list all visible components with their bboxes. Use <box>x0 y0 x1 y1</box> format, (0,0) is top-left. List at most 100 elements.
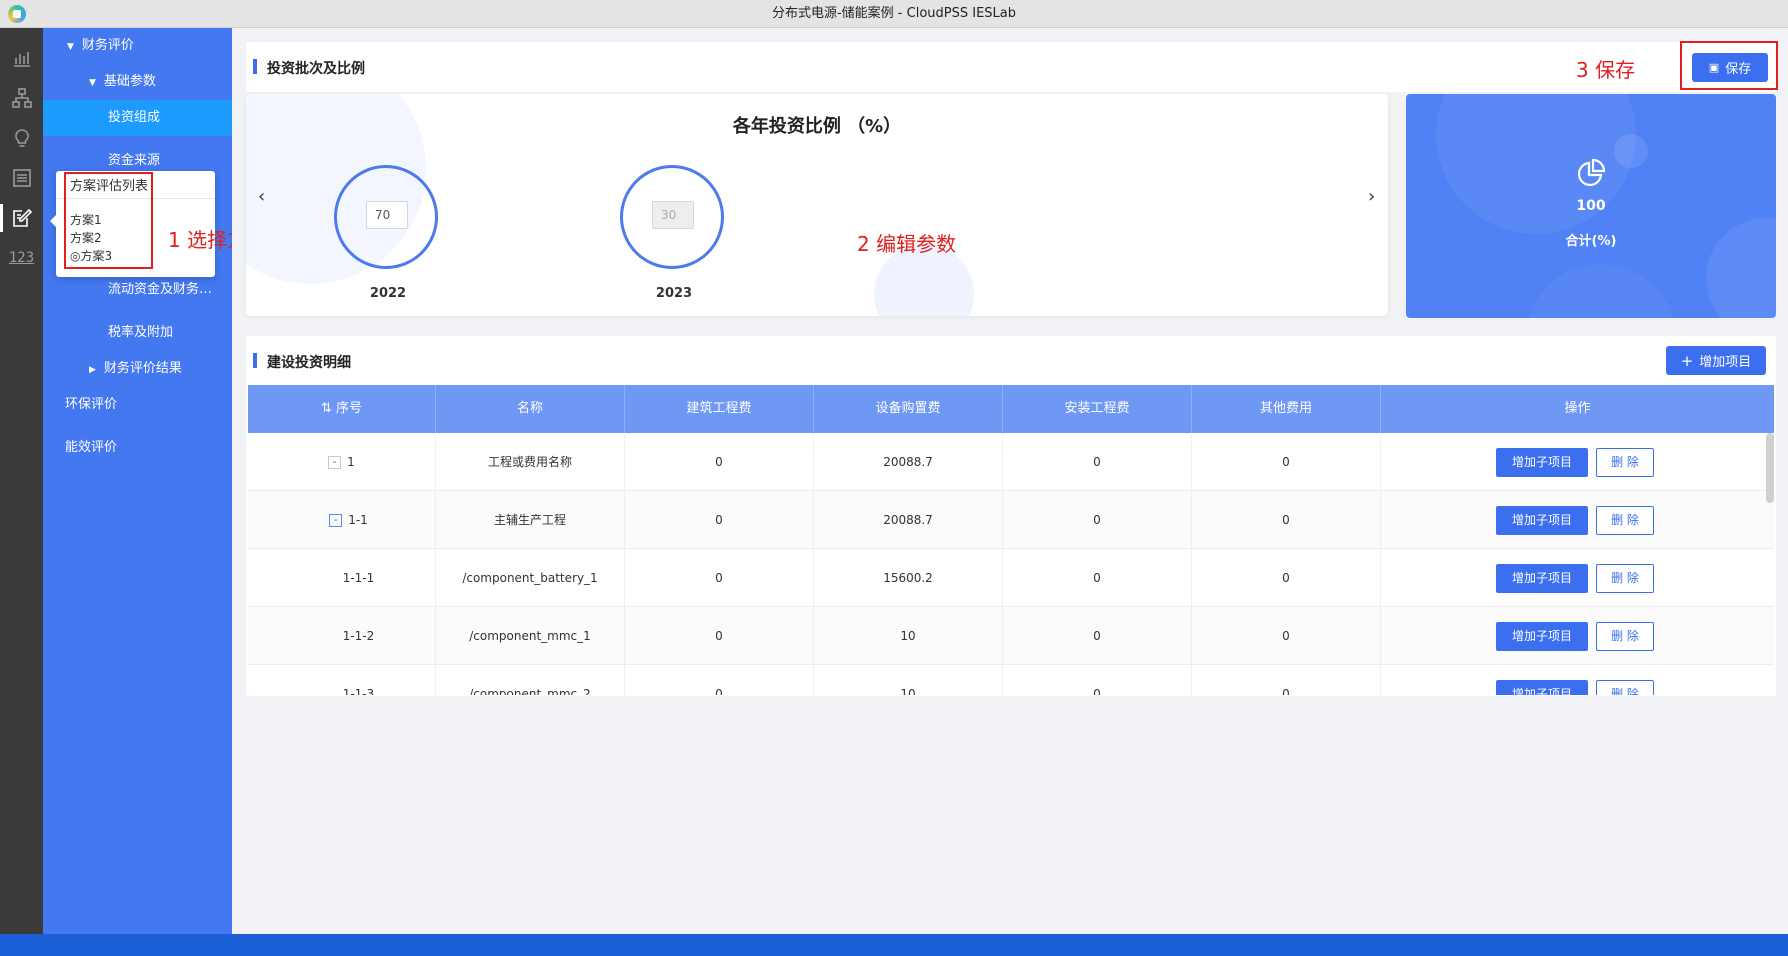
cell-other: 0 <box>1192 491 1381 549</box>
investment-detail-table: ⇅ 序号 名称 建筑工程费 设备购置费 安装工程费 其他费用 操作 -1 工程或… <box>248 385 1774 695</box>
add-child-button[interactable]: 增加子项目 <box>1496 448 1588 477</box>
cell-building: 0 <box>625 607 814 665</box>
sidebar-item-working-capital[interactable]: 流动资金及财务… <box>43 272 232 308</box>
ratio-input-2023[interactable] <box>652 201 694 229</box>
column-header-other: 其他费用 <box>1192 385 1381 433</box>
annotation-box-scheme <box>64 172 153 269</box>
column-header-install: 安装工程费 <box>1003 385 1192 433</box>
caret-down-icon: ▼ <box>67 42 74 52</box>
sidebar-item-tax-rate[interactable]: 税率及附加 <box>43 315 232 351</box>
add-child-button[interactable]: 增加子项目 <box>1496 622 1588 651</box>
sidebar-item-environmental-evaluation[interactable]: 环保评价 <box>43 387 232 423</box>
column-header-seq[interactable]: ⇅ 序号 <box>248 385 436 433</box>
table-scrollbar[interactable] <box>1766 433 1774 503</box>
cell-seq: -1-1 <box>248 491 436 549</box>
cell-name: /component_mmc_2 <box>436 665 625 695</box>
cell-install: 0 <box>1003 665 1192 695</box>
cell-equipment: 15600.2 <box>814 549 1003 607</box>
cell-install: 0 <box>1003 433 1192 491</box>
cell-seq: 1-1-1 <box>248 549 436 607</box>
cell-name: 主辅生产工程 <box>436 491 625 549</box>
sidebar-item-investment-composition[interactable]: 投资组成 <box>43 100 232 136</box>
edit-document-icon[interactable] <box>0 198 43 238</box>
table-header: ⇅ 序号 名称 建筑工程费 设备购置费 安装工程费 其他费用 操作 <box>248 385 1774 433</box>
table-row: 1-1-2 /component_mmc_1 0 10 0 0 增加子项目 删 … <box>248 607 1774 665</box>
table-row: 1-1-3 /component_mmc_2 0 10 0 0 增加子项目 删 … <box>248 665 1774 695</box>
total-value: 100 <box>1576 198 1606 214</box>
table-row: -1 工程或费用名称 0 20088.7 0 0 增加子项目 删 除 <box>248 433 1774 491</box>
cell-name: 工程或费用名称 <box>436 433 625 491</box>
chart-title: 各年投资比例 （%） <box>732 116 902 137</box>
ratio-input-2022[interactable] <box>366 201 408 229</box>
add-child-button[interactable]: 增加子项目 <box>1496 680 1588 695</box>
window-titlebar: 分布式电源-储能案例 - CloudPSS IESLab <box>0 0 1788 28</box>
column-header-equipment: 设备购置费 <box>814 385 1003 433</box>
annotation-step2: 2 编辑参数 <box>857 232 957 256</box>
cell-building: 0 <box>625 433 814 491</box>
sort-icon: ⇅ <box>320 401 336 416</box>
cell-other: 0 <box>1192 433 1381 491</box>
delete-button[interactable]: 删 除 <box>1596 564 1654 593</box>
list-document-icon[interactable] <box>0 158 43 198</box>
delete-button[interactable]: 删 除 <box>1596 622 1654 651</box>
hierarchy-icon[interactable] <box>0 78 43 118</box>
cell-name: /component_battery_1 <box>436 549 625 607</box>
cell-equipment: 20088.7 <box>814 491 1003 549</box>
cell-other: 0 <box>1192 607 1381 665</box>
cell-equipment: 10 <box>814 665 1003 695</box>
column-header-building: 建筑工程费 <box>625 385 814 433</box>
cell-other: 0 <box>1192 549 1381 607</box>
column-header-actions: 操作 <box>1564 401 1591 416</box>
decor-circle <box>1526 264 1676 318</box>
year-label-2023: 2023 <box>655 286 693 301</box>
bar-chart-icon[interactable] <box>0 38 43 78</box>
caret-down-icon: ▼ <box>89 78 96 88</box>
cell-building: 0 <box>625 491 814 549</box>
table-row: 1-1-1 /component_battery_1 0 15600.2 0 0… <box>248 549 1774 607</box>
pie-chart-icon <box>1576 158 1606 188</box>
sidebar: ▼ 财务评价 ▼ 基础参数 投资组成 资金来源 流动资金及财务… 税率及附加 ▶ 财务… <box>43 28 232 934</box>
sidebar-item-energy-efficiency[interactable]: 能效评价 <box>43 430 232 466</box>
window-title: 分布式电源-储能案例 - CloudPSS IESLab <box>771 6 1017 21</box>
sidebar-item-financial-results[interactable]: ▶ 财务评价结果 <box>43 351 232 387</box>
delete-button[interactable]: 删 除 <box>1596 680 1654 695</box>
activity-bar: 123 <box>0 28 43 934</box>
total-label: 合计(%) <box>1565 234 1617 249</box>
annotation-step3: 3 保存 <box>1576 58 1636 82</box>
lightbulb-icon[interactable] <box>0 118 43 158</box>
yearly-ratio-card: 各年投资比例 （%） ‹ › 2022 2023 <box>246 94 1388 316</box>
investment-section-title: 投资批次及比例 <box>253 58 365 78</box>
investment-section-header <box>246 42 1776 92</box>
app-logo-icon <box>8 5 26 23</box>
collapse-icon[interactable]: - <box>329 514 343 527</box>
cell-seq: -1 <box>248 433 436 491</box>
status-bar <box>0 934 1788 956</box>
chevron-left-icon[interactable]: ‹ <box>258 186 265 207</box>
year-circle-2023 <box>620 165 724 269</box>
cell-install: 0 <box>1003 549 1192 607</box>
chevron-right-icon[interactable]: › <box>1368 186 1375 207</box>
add-child-button[interactable]: 增加子项目 <box>1496 506 1588 535</box>
table-row: -1-1 主辅生产工程 0 20088.7 0 0 增加子项目 删 除 <box>248 491 1774 549</box>
delete-button[interactable]: 删 除 <box>1596 448 1654 477</box>
plus-icon: + <box>1680 351 1694 370</box>
cell-seq: 1-1-2 <box>248 607 436 665</box>
cell-install: 0 <box>1003 607 1192 665</box>
cell-equipment: 20088.7 <box>814 433 1003 491</box>
numbers-icon[interactable]: 123 <box>0 238 43 278</box>
cell-building: 0 <box>625 665 814 695</box>
total-card: 100 合计(%) <box>1406 94 1776 318</box>
cell-name: /component_mmc_1 <box>436 607 625 665</box>
collapse-icon[interactable]: - <box>328 456 342 469</box>
column-header-name: 名称 <box>436 385 625 433</box>
delete-button[interactable]: 删 除 <box>1596 506 1654 535</box>
sidebar-item-basic-params[interactable]: ▼ 基础参数 <box>43 64 232 100</box>
year-label-2022: 2022 <box>369 286 407 301</box>
add-item-button[interactable]: + 增加项目 <box>1666 346 1766 375</box>
add-child-button[interactable]: 增加子项目 <box>1496 564 1588 593</box>
cell-equipment: 10 <box>814 607 1003 665</box>
cell-install: 0 <box>1003 491 1192 549</box>
sidebar-item-financial-evaluation[interactable]: ▼ 财务评价 <box>43 28 232 64</box>
annotation-box-save <box>1680 41 1778 90</box>
cell-building: 0 <box>625 549 814 607</box>
